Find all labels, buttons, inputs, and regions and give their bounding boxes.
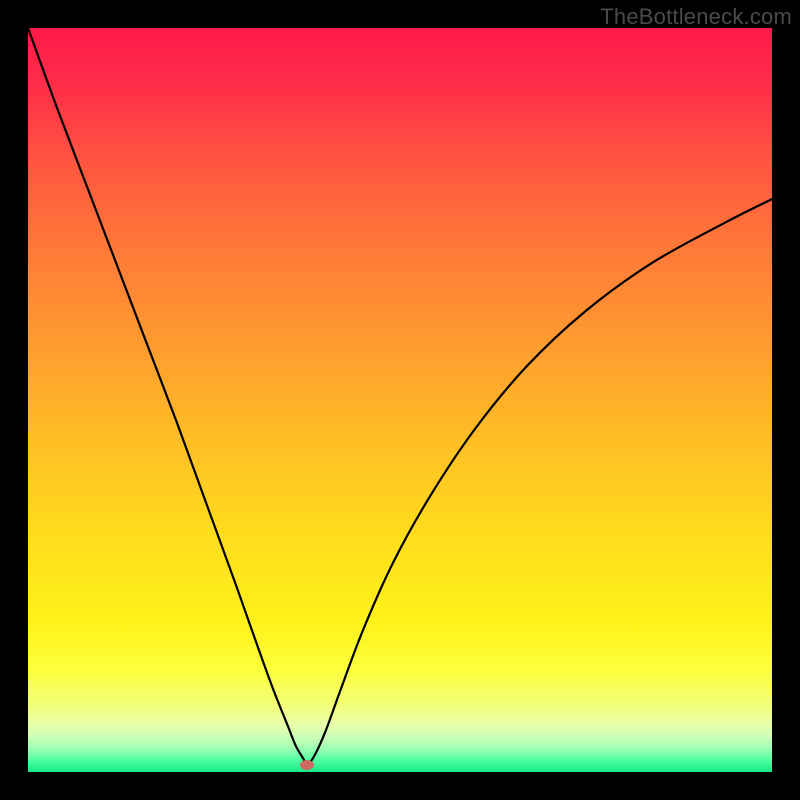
optimal-point-marker [300, 760, 314, 770]
chart-frame [28, 28, 772, 772]
gradient-background [28, 28, 772, 772]
watermark-text: TheBottleneck.com [600, 4, 792, 30]
